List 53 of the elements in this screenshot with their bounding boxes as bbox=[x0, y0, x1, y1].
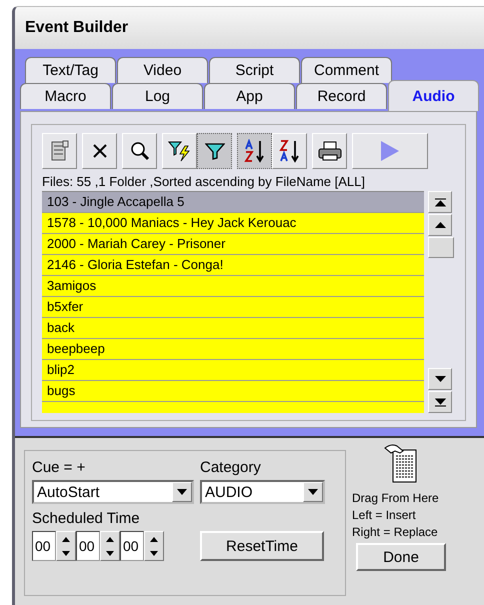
time-field[interactable]: 00 bbox=[76, 531, 100, 561]
tab[interactable]: Macro bbox=[20, 83, 111, 109]
scroll-top-button[interactable] bbox=[428, 191, 452, 213]
scroll-thumb[interactable] bbox=[428, 237, 454, 258]
spin-buttons[interactable] bbox=[56, 531, 76, 561]
tab[interactable]: Comment bbox=[301, 57, 392, 83]
dropdown-arrow-icon bbox=[308, 489, 318, 495]
spin-buttons[interactable] bbox=[100, 531, 120, 561]
done-button[interactable]: Done bbox=[356, 543, 446, 571]
drag-hint: Drag From Here bbox=[352, 490, 439, 507]
tab[interactable]: Video bbox=[117, 57, 208, 83]
close-icon bbox=[92, 143, 108, 159]
play-button[interactable] bbox=[352, 133, 428, 169]
play-icon bbox=[380, 140, 400, 162]
time-field[interactable]: 00 bbox=[120, 531, 144, 561]
spin-buttons[interactable] bbox=[144, 531, 164, 561]
tab[interactable]: Record bbox=[296, 83, 387, 109]
cue-dropdown[interactable]: AutoStart bbox=[32, 480, 194, 504]
document-list-icon bbox=[50, 140, 70, 162]
toolbar-button[interactable] bbox=[197, 133, 232, 169]
reset-time-button[interactable]: ResetTime bbox=[200, 531, 324, 561]
scroll-bottom-icon bbox=[434, 398, 446, 406]
sort-ascending-icon bbox=[242, 139, 266, 163]
dropdown-arrow-icon bbox=[177, 489, 187, 495]
tab[interactable]: App bbox=[204, 83, 295, 109]
drag-hint: Right = Replace bbox=[352, 524, 438, 541]
filter-icon bbox=[204, 142, 224, 160]
scroll-down-button[interactable] bbox=[428, 368, 452, 390]
file-row[interactable]: 103 - Jingle Accapella 5 bbox=[42, 192, 424, 213]
window-title: Event Builder bbox=[25, 19, 128, 37]
scroll-top-icon bbox=[434, 198, 446, 206]
toolbar-button[interactable] bbox=[237, 133, 272, 169]
files-summary: Files: 55 ,1 Folder ,Sorted ascending by FileName [ALL] bbox=[42, 174, 366, 189]
cue-label: Cue = + bbox=[32, 459, 86, 476]
printer-icon bbox=[318, 141, 342, 161]
tab[interactable]: Audio bbox=[388, 80, 479, 111]
scroll-up-button[interactable] bbox=[428, 214, 452, 236]
up-arrow-icon bbox=[434, 222, 446, 228]
category-label: Category bbox=[200, 459, 262, 476]
category-dropdown[interactable]: AUDIO bbox=[200, 480, 325, 504]
scrollbar[interactable] bbox=[428, 191, 453, 413]
sort-descending-icon bbox=[278, 139, 302, 163]
tab[interactable]: Text/Tag bbox=[25, 57, 116, 83]
filter-lightning-icon bbox=[168, 140, 192, 162]
time-field[interactable]: 00 bbox=[32, 531, 56, 561]
drag-hint: Left = Insert bbox=[352, 507, 416, 524]
tab[interactable]: Log bbox=[112, 83, 203, 109]
scroll-bottom-button[interactable] bbox=[428, 391, 452, 413]
down-arrow-icon bbox=[434, 376, 446, 382]
search-icon bbox=[130, 141, 150, 161]
drag-document-icon[interactable] bbox=[384, 444, 418, 484]
tab[interactable]: Script bbox=[209, 57, 300, 83]
scheduled-time-label: Scheduled Time bbox=[32, 510, 141, 527]
